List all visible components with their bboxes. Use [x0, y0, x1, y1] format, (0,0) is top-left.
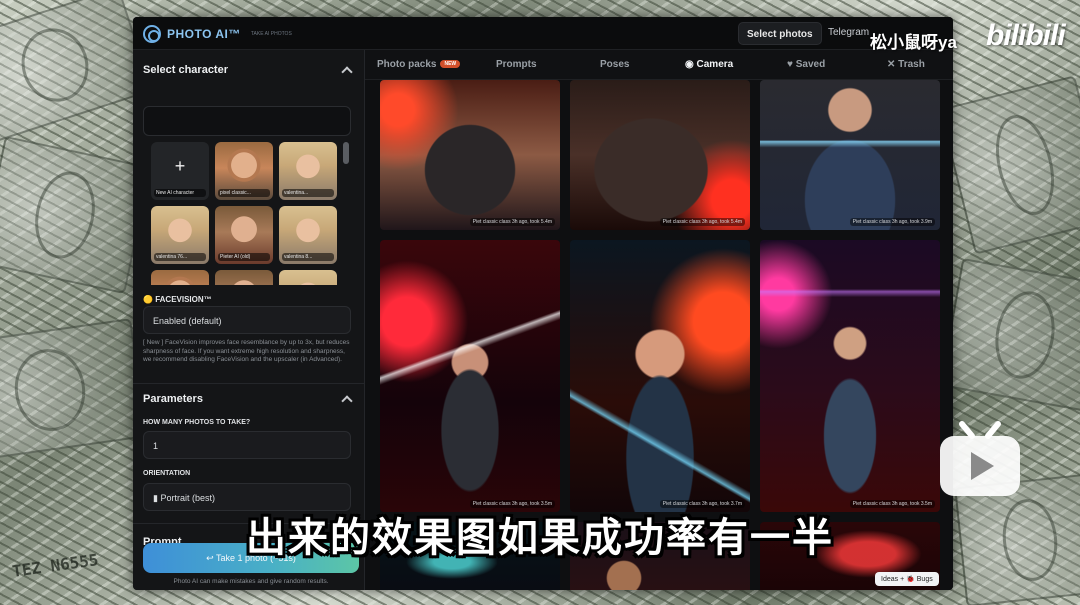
photo-card[interactable]: Piet classic class 3h ago, took 5.4m: [570, 80, 750, 230]
tab-trash[interactable]: ✕ Trash: [887, 59, 925, 70]
uploader-watermark: 松小鼠呀ya: [870, 33, 957, 52]
photo-ai-logo-icon: [143, 25, 161, 43]
tab-label: Camera: [696, 59, 734, 70]
new-badge: NEW: [440, 60, 461, 69]
tab-bar: Photo packs NEW Prompts Poses ◉ Camera ♥ …: [365, 50, 953, 80]
facevision-note: [ New ] FaceVision improves face resembl…: [143, 339, 350, 363]
character-tile[interactable]: valentina 76...: [151, 206, 209, 264]
photos-count-input[interactable]: 1: [143, 431, 351, 459]
photo-meta: Piet classic class 3h ago, took 5.4m: [469, 218, 555, 226]
character-tile[interactable]: valentina...: [279, 142, 337, 200]
bilibili-tv-icon: [940, 421, 1020, 496]
tab-poses[interactable]: Poses: [600, 59, 629, 70]
character-tile[interactable]: Pieter AI (old): [215, 206, 273, 264]
character-tile[interactable]: valentina 8...: [279, 206, 337, 264]
photo-card[interactable]: Piet classic class 3h ago, took 3.9m: [760, 80, 940, 230]
banknote-image: [939, 257, 1080, 413]
logo-text: PHOTO AI™: [167, 27, 241, 41]
parameters-title: Parameters: [143, 393, 203, 405]
character-tile[interactable]: [215, 270, 273, 285]
top-bar: PHOTO AI™ TAKE AI PHOTOS Select photos T…: [133, 17, 953, 50]
photo-card[interactable]: Piet classic class 3h ago, took 5.4m: [380, 80, 560, 230]
character-name: pixel classic...: [218, 189, 270, 197]
plus-icon: +: [174, 156, 186, 176]
character-tile[interactable]: [279, 270, 337, 285]
character-name: New AI character: [154, 189, 206, 197]
character-scrollbar[interactable]: [343, 142, 349, 164]
facevision-label: 🟡 FACEVISION™: [143, 295, 212, 304]
facevision-select[interactable]: Enabled (default): [143, 306, 351, 334]
collapse-chevron-icon[interactable]: [341, 395, 353, 407]
photo-meta: Piet classic class 3h ago, took 3.9m: [849, 218, 935, 226]
banknote-image: [0, 318, 148, 462]
tab-label: Photo packs: [377, 59, 437, 70]
tab-label: Trash: [898, 59, 925, 70]
tab-photo-packs[interactable]: Photo packs NEW: [377, 59, 461, 70]
character-grid: + New AI character pixel classic... vale…: [147, 142, 349, 285]
banknote-image: [0, 135, 152, 295]
orientation-label: ORIENTATION: [143, 470, 191, 477]
logo-subtext: TAKE AI PHOTOS: [250, 31, 292, 37]
video-subtitle: 出来的效果图如果成功率有一半: [246, 515, 834, 561]
ideas-bugs-button[interactable]: Ideas + 🐞 Bugs: [875, 572, 939, 586]
photo-card[interactable]: Piet classic class 3h ago, took 3.5m: [380, 240, 560, 512]
facevision-label-text: FACEVISION™: [155, 295, 212, 304]
tab-camera[interactable]: ◉ Camera: [685, 59, 733, 70]
collapse-chevron-icon[interactable]: [341, 66, 353, 78]
logo[interactable]: PHOTO AI™ TAKE AI PHOTOS: [143, 25, 295, 43]
character-name: valentina...: [282, 189, 334, 197]
photos-count-label: HOW MANY PHOTOS TO TAKE?: [143, 419, 251, 426]
character-name: Pieter AI (old): [218, 253, 270, 261]
character-search-box[interactable]: [143, 106, 351, 136]
telegram-link[interactable]: Telegram: [828, 27, 869, 38]
bilibili-watermark: bilibili: [986, 19, 1066, 52]
photo-card[interactable]: Piet classic class 3h ago, took 3.5m: [760, 240, 940, 512]
character-tile[interactable]: pixel classic...: [215, 142, 273, 200]
banknote-image: [0, 0, 153, 144]
banknote-image: [938, 75, 1080, 255]
tab-saved[interactable]: ♥ Saved: [787, 59, 825, 70]
character-tile[interactable]: [151, 270, 209, 285]
character-name: valentina 76...: [154, 253, 206, 261]
camera-icon: ◉: [685, 59, 694, 70]
character-name: valentina 8...: [282, 253, 334, 261]
tab-label: Saved: [795, 59, 826, 70]
section-divider: [133, 383, 365, 384]
heart-icon: ♥: [787, 59, 793, 70]
new-character-tile[interactable]: + New AI character: [151, 142, 209, 200]
select-character-title: Select character: [143, 64, 228, 76]
disclaimer-text: Photo AI can make mistakes and give rand…: [173, 578, 329, 585]
photo-card[interactable]: Piet classic class 3h ago, took 3.7m: [570, 240, 750, 512]
x-icon: ✕: [887, 59, 896, 70]
photo-meta: Piet classic class 3h ago, took 5.4m: [659, 218, 745, 226]
select-photos-button[interactable]: Select photos: [738, 22, 822, 45]
tab-prompts[interactable]: Prompts: [496, 59, 537, 70]
